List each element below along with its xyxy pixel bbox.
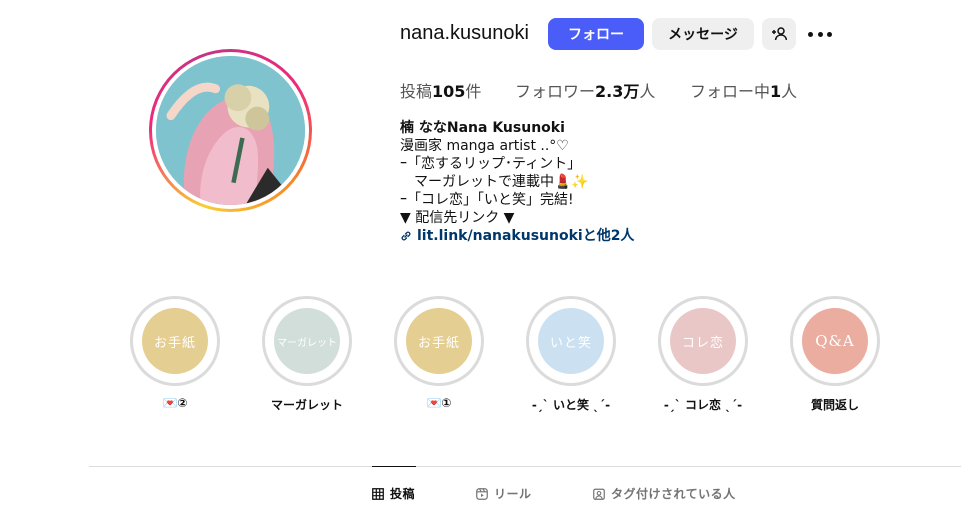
highlight-label: 💌②	[162, 396, 188, 410]
highlight-ring: いと笑	[526, 296, 616, 386]
bio: 楠 ななNana Kusunoki 漫画家 manga artist ..°♡ …	[400, 119, 634, 245]
tabs-divider	[89, 466, 961, 467]
highlight-label: マーガレット	[270, 398, 343, 412]
tab-reels[interactable]: リール	[476, 485, 532, 502]
highlight-label: -ˏˋ いと笑 ˎˊ-	[531, 398, 611, 412]
tab-posts-label: 投稿	[390, 487, 416, 501]
highlight-item[interactable]: コレ恋 -ˏˋ コレ恋 ˎˊ-	[658, 296, 748, 413]
highlight-item[interactable]: お手紙 💌②	[130, 296, 220, 410]
more-dots-icon	[817, 31, 823, 37]
tab-tagged-label: タグ付けされている人	[611, 487, 736, 501]
highlight-cover: Q&A	[802, 308, 868, 374]
posts-value: 105	[432, 82, 466, 101]
highlight-item[interactable]: お手紙 💌①	[394, 296, 484, 410]
link-icon	[401, 231, 411, 241]
more-dots-icon	[827, 31, 832, 37]
tab-tagged[interactable]: タグ付けされている人	[593, 485, 736, 502]
posts-count: 投稿105件	[400, 78, 481, 102]
bio-line: マーガレットで連載中💄✨	[414, 174, 589, 190]
highlight-item[interactable]: Q&A 質問返し	[790, 296, 880, 413]
highlight-cover: お手紙	[406, 308, 472, 374]
profile-avatar-story-ring[interactable]	[149, 49, 312, 212]
highlight-label: -ˏˋ コレ恋 ˎˊ-	[663, 398, 743, 412]
add-user-button[interactable]	[762, 18, 796, 50]
avatar	[156, 56, 305, 205]
posts-label: 投稿	[400, 82, 433, 101]
tagged-person-icon	[593, 488, 605, 500]
highlight-ring: お手紙	[394, 296, 484, 386]
followers-label: フォロワー	[515, 82, 596, 101]
highlight-cover: お手紙	[142, 308, 208, 374]
following-unit: 人	[781, 82, 798, 101]
highlight-label: 💌①	[426, 396, 452, 410]
bio-line: ｰ「コレ恋」「いと笑」完結!	[400, 192, 574, 208]
following-label: フォロー中	[690, 82, 771, 101]
username: nana.kusunoki	[400, 22, 529, 44]
bio-line: 漫画家 manga artist ..°♡	[400, 138, 569, 154]
highlight-ring: Q&A	[790, 296, 880, 386]
highlight-ring: コレ恋	[658, 296, 748, 386]
followers-value: 2.3万	[595, 82, 640, 101]
bio-full-name: 楠 ななNana Kusunoki	[400, 120, 565, 136]
tab-reels-label: リール	[494, 487, 532, 501]
message-button[interactable]: メッセージ	[652, 18, 754, 50]
bio-link-text: lit.link/nanakusunokiと他2人	[417, 228, 635, 244]
more-dots-icon	[808, 31, 813, 37]
highlight-item[interactable]: いと笑 -ˏˋ いと笑 ˎˊ-	[526, 296, 616, 413]
follow-button[interactable]: フォロー	[548, 18, 644, 50]
highlight-cover: コレ恋	[670, 308, 736, 374]
more-options-button[interactable]	[808, 24, 832, 44]
followers-unit: 人	[639, 82, 656, 101]
reels-icon	[476, 487, 488, 500]
avatar-illustration	[156, 56, 305, 205]
avatar-gap	[152, 52, 309, 209]
following-count[interactable]: フォロー中1人	[690, 78, 797, 102]
highlight-cover: いと笑	[538, 308, 604, 374]
posts-unit: 件	[465, 82, 482, 101]
followers-count[interactable]: フォロワー2.3万人	[515, 78, 655, 102]
highlight-item[interactable]: マーガレット マーガレット	[262, 296, 352, 413]
highlight-ring: マーガレット	[262, 296, 352, 386]
grid-icon	[372, 487, 384, 500]
highlight-ring: お手紙	[130, 296, 220, 386]
active-tab-indicator	[372, 466, 416, 467]
highlight-label: 質問返し	[810, 398, 859, 412]
tab-posts[interactable]: 投稿	[372, 485, 415, 502]
bio-external-link[interactable]: lit.link/nanakusunokiと他2人	[400, 227, 634, 245]
highlight-cover: マーガレット	[274, 308, 340, 374]
person-add-icon	[772, 27, 787, 41]
bio-line: ｰ「恋するリップ･ティント」	[400, 156, 582, 172]
following-value: 1	[770, 82, 782, 101]
bio-line: ▼ 配信先リンク ▼	[400, 210, 515, 226]
